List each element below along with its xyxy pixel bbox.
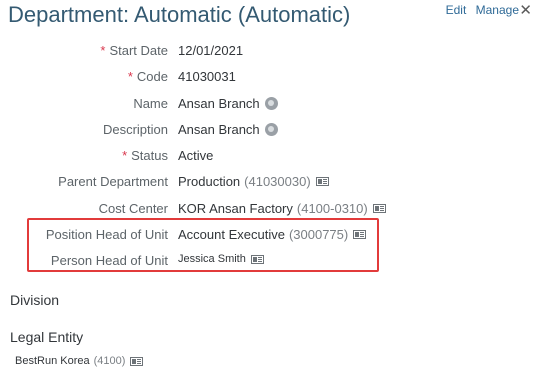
field-label: Person Head of Unit bbox=[50, 253, 168, 269]
field-label: Parent Department bbox=[58, 174, 168, 190]
field-value: Active bbox=[178, 148, 214, 164]
field-row-description: Description Ansan Branch bbox=[0, 117, 543, 143]
card-icon[interactable] bbox=[250, 254, 264, 264]
field-value: Ansan Branch bbox=[178, 122, 278, 137]
page-title: Department: Automatic (Automatic) bbox=[8, 2, 351, 27]
field-label: * Start Date bbox=[100, 43, 168, 58]
top-actions: Edit Manage bbox=[440, 3, 519, 17]
field-value: KOR Ansan Factory (4100-0310) bbox=[178, 201, 386, 216]
close-icon[interactable]: ✕ bbox=[519, 1, 532, 19]
edit-link[interactable]: Edit bbox=[446, 3, 467, 17]
section-title-legal-entity: Legal Entity bbox=[10, 329, 84, 345]
field-label: * Status bbox=[122, 148, 168, 164]
field-label: Cost Center bbox=[98, 200, 168, 216]
card-icon[interactable] bbox=[130, 356, 144, 366]
field-value: Production (41030030) bbox=[178, 174, 329, 189]
required-marker: * bbox=[127, 69, 133, 85]
field-value: Account Executive (3000775) bbox=[178, 227, 367, 242]
field-row-person-head: Person Head of Unit Jessica Smith bbox=[0, 248, 543, 274]
field-label: Description bbox=[102, 121, 168, 137]
manage-link[interactable]: Manage bbox=[476, 3, 519, 17]
globe-icon[interactable] bbox=[264, 96, 278, 110]
field-value: Jessica Smith bbox=[178, 253, 264, 265]
department-detail-page: Department: Automatic (Automatic) Edit M… bbox=[0, 0, 543, 385]
field-value: 41030031 bbox=[178, 69, 236, 85]
card-icon[interactable] bbox=[372, 203, 386, 213]
field-row-status: * Status Active bbox=[0, 143, 543, 169]
globe-icon[interactable] bbox=[264, 122, 278, 136]
field-label: * Code bbox=[127, 69, 168, 85]
field-row-start-date: * Start Date 12/01/2021 bbox=[0, 38, 543, 64]
field-row-position-head: Position Head of Unit Account Executive … bbox=[0, 222, 543, 248]
card-icon[interactable] bbox=[353, 230, 367, 240]
legal-entity-value: BestRun Korea (4100) bbox=[15, 355, 144, 367]
field-label: Position Head of Unit bbox=[45, 227, 168, 243]
field-row-name: Name Ansan Branch bbox=[0, 91, 543, 117]
department-form: * Start Date 12/01/2021 * Code 41030031 Na… bbox=[0, 38, 543, 275]
field-value: Ansan Branch bbox=[178, 96, 278, 111]
field-label: Name bbox=[133, 95, 168, 111]
card-icon[interactable] bbox=[315, 177, 329, 187]
field-value: 12/01/2021 bbox=[178, 43, 244, 58]
required-marker: * bbox=[122, 148, 128, 164]
field-row-cost-center: Cost Center KOR Ansan Factory (4100-0310… bbox=[0, 196, 543, 222]
section-title-division: Division bbox=[10, 292, 60, 308]
field-row-parent-department: Parent Department Production (41030030) bbox=[0, 169, 543, 195]
field-row-code: * Code 41030031 bbox=[0, 64, 543, 90]
required-marker: * bbox=[100, 43, 106, 58]
